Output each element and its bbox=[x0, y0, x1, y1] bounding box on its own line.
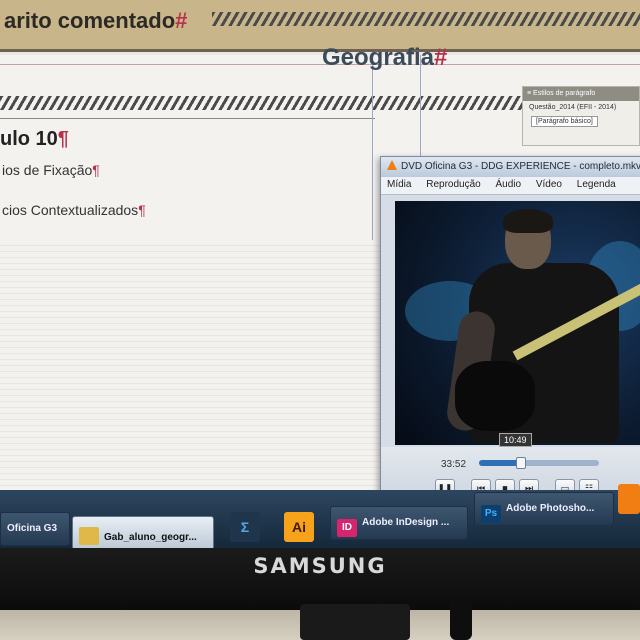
basic-paragraph-button[interactable]: [Parágrafo básico] bbox=[531, 116, 598, 127]
menu-video[interactable]: Vídeo bbox=[536, 179, 562, 190]
subject-heading: Geografia# bbox=[322, 44, 448, 71]
indesign-icon: ID bbox=[337, 519, 357, 537]
vlc-icon bbox=[387, 160, 397, 170]
menu-playback[interactable]: Reprodução bbox=[426, 179, 480, 190]
panel-style-entry[interactable]: Questão_2014 (EFII - 2014) bbox=[523, 101, 639, 114]
video-frame[interactable] bbox=[395, 201, 640, 445]
folder-icon bbox=[79, 527, 99, 545]
seek-fill bbox=[479, 460, 521, 466]
header-hatch bbox=[212, 12, 640, 26]
screen: arito comentado# Geografia# ulo 10¶ ios … bbox=[0, 0, 640, 548]
vlc-title: DVD Oficina G3 - DDG EXPERIENCE - comple… bbox=[401, 161, 640, 172]
menu-audio[interactable]: Áudio bbox=[496, 179, 522, 190]
taskbar-item-vlc[interactable]: Oficina G3 bbox=[0, 512, 70, 546]
sigma-icon[interactable]: Σ bbox=[230, 512, 260, 542]
taskbar-item-indesign[interactable]: ID Adobe InDesign ... bbox=[330, 506, 468, 540]
pilcrow-mark: # bbox=[175, 8, 188, 33]
guitarist-hair bbox=[503, 209, 553, 233]
menu-media[interactable]: Mídia bbox=[387, 179, 411, 190]
illustrator-icon[interactable]: Ai bbox=[284, 512, 314, 542]
taskbar-item-folder[interactable]: Gab_aluno_geogr... bbox=[72, 516, 214, 548]
monitor-cable bbox=[450, 598, 472, 640]
panel-title: ≡ Estilos de parágrafo bbox=[523, 87, 639, 101]
seek-bar[interactable] bbox=[479, 457, 599, 469]
text-frame[interactable] bbox=[0, 240, 420, 510]
seek-time-tooltip: 10:49 bbox=[499, 433, 532, 447]
vlc-tray-icon[interactable] bbox=[618, 484, 640, 514]
document-title: arito comentado# bbox=[4, 8, 188, 33]
list-item[interactable]: cios Contextualizados¶ bbox=[2, 202, 146, 218]
chapter-heading: ulo 10¶ bbox=[0, 128, 69, 150]
elapsed-time: 33:52 bbox=[441, 459, 467, 470]
vlc-titlebar[interactable]: DVD Oficina G3 - DDG EXPERIENCE - comple… bbox=[381, 157, 640, 177]
paragraph-styles-panel[interactable]: ≡ Estilos de parágrafo Questão_2014 (EFI… bbox=[522, 86, 640, 146]
margin-guide-top bbox=[0, 64, 640, 65]
rule-line bbox=[0, 118, 375, 119]
guitar-body bbox=[455, 361, 535, 431]
list-item[interactable]: ios de Fixação¶ bbox=[2, 162, 100, 178]
monitor-stand bbox=[300, 604, 410, 640]
taskbar-item-photoshop[interactable]: Ps Adobe Photosho... bbox=[474, 492, 614, 526]
monitor-brand-logo: SAMSUNG bbox=[253, 554, 387, 578]
monitor: arito comentado# Geografia# ulo 10¶ ios … bbox=[0, 0, 640, 640]
photoshop-icon: Ps bbox=[481, 505, 501, 523]
vlc-window[interactable]: DVD Oficina G3 - DDG EXPERIENCE - comple… bbox=[380, 156, 640, 513]
vlc-menubar: Mídia Reprodução Áudio Vídeo Legenda bbox=[381, 177, 640, 195]
menu-subtitle[interactable]: Legenda bbox=[577, 179, 616, 190]
document-header: arito comentado# bbox=[0, 0, 640, 52]
seek-handle[interactable] bbox=[516, 457, 526, 469]
